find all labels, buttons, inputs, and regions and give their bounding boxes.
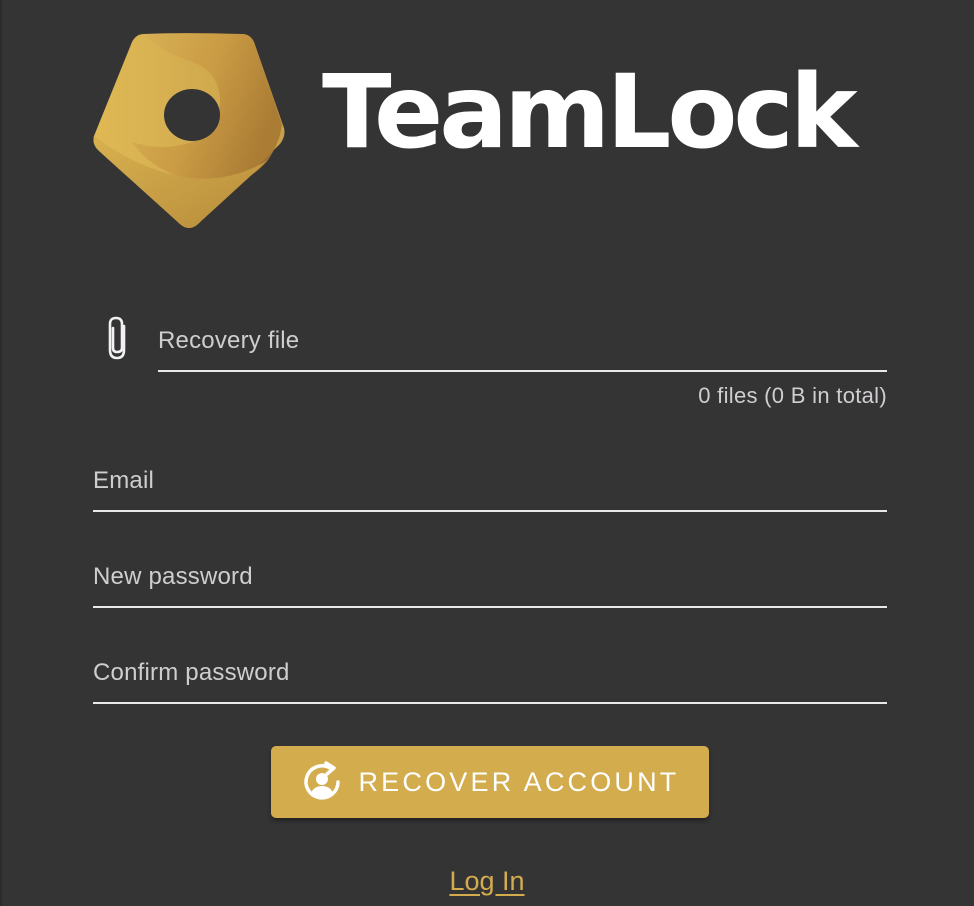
confirm-password-input[interactable] <box>93 644 887 702</box>
teamlock-logo-icon <box>93 33 285 228</box>
keyhole-icon <box>693 105 708 133</box>
account-recover-icon <box>304 761 341 800</box>
login-link-container: Log In <box>0 866 974 897</box>
recover-account-button[interactable]: RECOVER ACCOUNT <box>271 746 709 818</box>
email-field[interactable] <box>93 452 887 512</box>
window-edge <box>0 0 2 906</box>
new-password-field[interactable] <box>93 548 887 608</box>
teamlock-wordmark: TeamLock <box>322 53 858 172</box>
wordmark-lock-o: o <box>667 62 737 164</box>
confirm-password-field[interactable] <box>93 644 887 704</box>
paperclip-icon[interactable] <box>102 314 134 362</box>
files-summary: 0 files (0 B in total) <box>698 383 887 408</box>
login-link[interactable]: Log In <box>449 866 524 896</box>
wordmark-text-end: ck <box>733 53 857 172</box>
new-password-input[interactable] <box>93 548 887 606</box>
wordmark-text-start: TeamL <box>322 53 671 172</box>
recovery-file-field[interactable] <box>158 312 887 372</box>
email-input[interactable] <box>93 452 887 510</box>
recover-account-label: RECOVER ACCOUNT <box>358 766 680 797</box>
recovery-file-input[interactable] <box>158 312 887 370</box>
